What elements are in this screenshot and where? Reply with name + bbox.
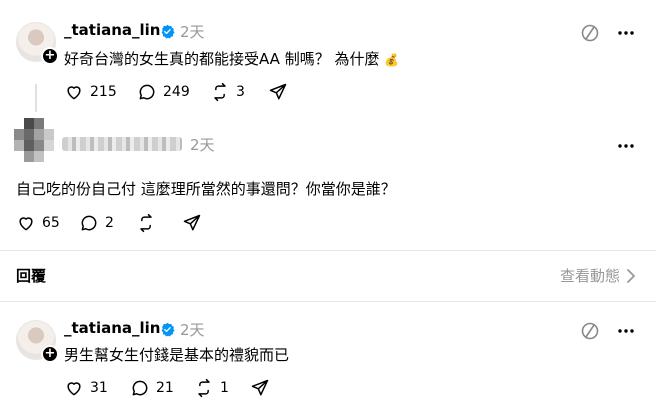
repost-button[interactable]: 3	[210, 82, 245, 102]
comment-button[interactable]: 21	[130, 378, 174, 398]
like-count: 31	[90, 380, 108, 396]
heart-icon	[67, 382, 81, 396]
comment-icon	[139, 84, 155, 100]
heart-icon	[19, 217, 33, 231]
share-button[interactable]	[250, 378, 270, 398]
comment-icon	[132, 380, 148, 396]
post-time: 2天	[190, 136, 215, 154]
translate-icon[interactable]	[580, 23, 600, 43]
verified-badge-icon	[161, 322, 175, 337]
share-button[interactable]	[182, 213, 202, 233]
view-activity-link[interactable]: 查看動態	[560, 265, 636, 286]
divider	[0, 250, 656, 251]
comment-icon	[81, 215, 97, 231]
more-options-icon[interactable]	[616, 321, 636, 341]
chevron-right-icon	[627, 268, 635, 283]
follow-plus-icon[interactable]: +	[41, 345, 59, 363]
like-button[interactable]: 215	[64, 82, 117, 102]
avatar[interactable]: +	[16, 320, 59, 363]
replies-heading: 回覆	[16, 267, 47, 285]
more-options-icon[interactable]	[616, 23, 636, 43]
verified-badge-icon	[161, 24, 175, 39]
thread-line	[35, 84, 37, 112]
post-time: 2天	[180, 23, 205, 41]
blurred-username[interactable]	[62, 137, 182, 151]
avatar[interactable]: +	[16, 22, 59, 65]
blurred-avatar[interactable]	[14, 118, 54, 162]
more-options-icon[interactable]	[616, 136, 636, 156]
send-icon	[251, 379, 269, 396]
view-activity-label: 查看動態	[559, 267, 620, 285]
post-text: 好奇台灣的女生真的都能接受AA 制嗎？ 為什麼 💰	[64, 48, 399, 69]
repost-icon	[198, 378, 210, 398]
username[interactable]: _tatiana_lin	[64, 21, 161, 39]
repost-icon	[214, 82, 226, 102]
post-text: 自己吃的份自己付 這麼理所當然的事還問？你當你是誰？	[16, 180, 396, 198]
like-count: 65	[42, 215, 60, 231]
follow-plus-icon[interactable]: +	[41, 47, 59, 65]
repost-icon	[140, 213, 152, 233]
thread-post-1: + _tatiana_lin 2天 好奇台灣的女生真的都能接受AA 制嗎？ 為什…	[0, 0, 656, 112]
comment-button[interactable]: 249	[137, 82, 190, 102]
translate-icon[interactable]	[580, 321, 600, 341]
comment-count: 21	[156, 380, 174, 396]
post-time: 2天	[180, 321, 205, 339]
repost-count: 3	[236, 84, 245, 100]
share-button[interactable]	[268, 82, 288, 102]
comment-button[interactable]: 2	[79, 213, 114, 233]
send-icon	[269, 83, 287, 100]
like-button[interactable]: 65	[16, 213, 60, 233]
comment-count: 249	[163, 84, 190, 100]
post-text: 男生幫女生付錢是基本的禮貌而已	[64, 346, 290, 364]
repost-button[interactable]: 1	[194, 378, 229, 398]
heart-icon	[67, 86, 81, 100]
post-text-body: 好奇台灣的女生真的都能接受AA 制嗎？ 為什麼	[64, 50, 380, 68]
comment-count: 2	[105, 215, 114, 231]
thread-post-2: 2天 自己吃的份自己付 這麼理所當然的事還問？你當你是誰？ 65 2	[0, 110, 656, 250]
username[interactable]: _tatiana_lin	[64, 319, 161, 337]
like-button[interactable]: 31	[64, 378, 108, 398]
repost-button[interactable]	[136, 213, 156, 233]
send-icon	[183, 214, 201, 231]
repost-count: 1	[220, 380, 229, 396]
money-bag-emoji: 💰	[384, 53, 400, 67]
thread-post-3: + _tatiana_lin 2天 男生幫女生付錢是基本的禮貌而已 31 21 …	[0, 302, 656, 415]
like-count: 215	[90, 84, 117, 100]
